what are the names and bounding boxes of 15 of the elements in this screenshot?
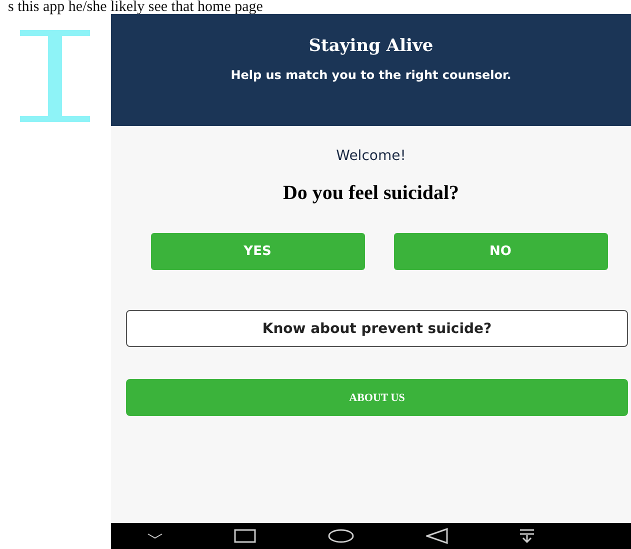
answer-button[interactable]: YES bbox=[150, 233, 364, 270]
circle-icon[interactable] bbox=[328, 529, 354, 543]
ibeam-cursor-icon bbox=[20, 30, 90, 122]
about-button[interactable]: ABOUT US bbox=[126, 379, 628, 416]
chevron-down-icon[interactable] bbox=[146, 533, 163, 539]
back-icon[interactable] bbox=[426, 528, 448, 544]
pull-down-icon[interactable] bbox=[519, 529, 536, 543]
answer-button[interactable]: NO bbox=[394, 233, 608, 270]
caption-text: s this app he/she likely see that home page bbox=[7, 0, 264, 14]
info-button[interactable]: Know about prevent suicide? bbox=[126, 310, 628, 347]
app-title: Staying Alive bbox=[308, 36, 434, 56]
square-icon[interactable] bbox=[234, 529, 256, 543]
app-subtitle: Help us match you to the right counselor. bbox=[230, 68, 512, 82]
question-text: Do you feel suicidal? bbox=[282, 182, 460, 205]
welcome-text: Welcome! bbox=[336, 148, 406, 164]
